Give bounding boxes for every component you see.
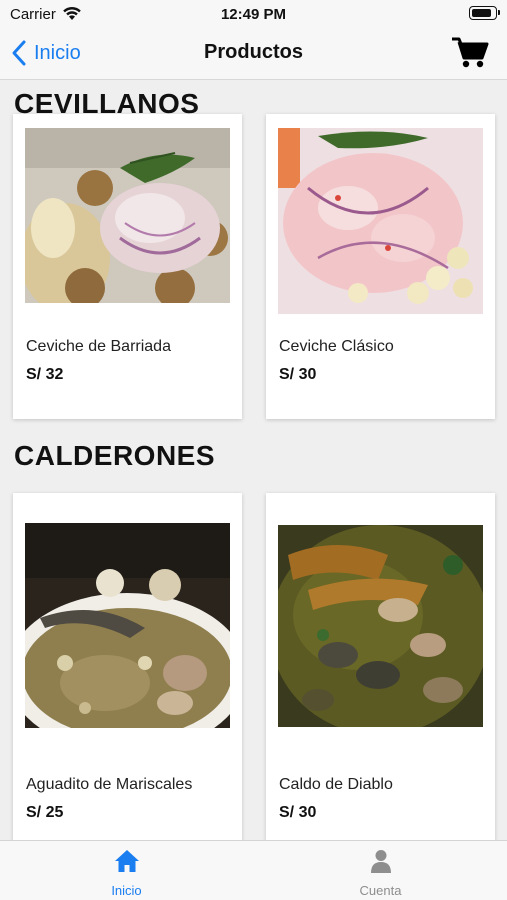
product-price: S/ 30: [279, 804, 317, 821]
tab-label: Inicio: [111, 883, 142, 898]
product-price: S/ 32: [26, 366, 64, 383]
page-title: Productos: [204, 41, 303, 63]
product-card-ceviche-clasico[interactable]: Ceviche Clásico S/ 30: [266, 114, 495, 419]
status-bar: Carrier 12:49 PM: [0, 0, 507, 28]
product-name: Ceviche de Barriada: [26, 338, 171, 355]
product-image-ceviche-barriada: [25, 128, 230, 303]
user-icon: [370, 850, 391, 873]
tab-inicio[interactable]: Inicio: [0, 841, 253, 900]
battery-level: [472, 9, 491, 17]
product-card-aguadito[interactable]: Aguadito de Mariscales S/ 25: [13, 493, 242, 840]
product-image-ceviche-clasico: [278, 128, 483, 314]
status-time: 12:49 PM: [220, 6, 287, 23]
battery-icon: [469, 6, 500, 20]
product-card-ceviche-barriada[interactable]: Ceviche de Barriada S/ 32: [13, 114, 242, 419]
product-name: Ceviche Clásico: [279, 338, 394, 355]
product-image-aguadito: [25, 523, 230, 728]
section-title-calderones: CALDERONES: [14, 440, 216, 471]
tab-cuenta[interactable]: Cuenta: [254, 841, 507, 900]
product-card-caldo-diablo[interactable]: Caldo de Diablo S/ 30: [266, 493, 495, 840]
product-name: Aguadito de Mariscales: [26, 776, 193, 793]
product-price: S/ 30: [279, 366, 317, 383]
home-icon: [114, 850, 139, 872]
product-price: S/ 25: [26, 804, 64, 821]
product-image-caldo-diablo: [278, 525, 483, 727]
tab-bar: Inicio Cuenta: [0, 840, 507, 900]
products-scroll-view[interactable]: CEVILLANOS Ceviche de Barriada S/ 32 Cev…: [0, 80, 507, 840]
cart-icon[interactable]: [451, 34, 489, 70]
navigation-bar: Inicio Productos: [0, 28, 507, 80]
product-name: Caldo de Diablo: [279, 776, 393, 793]
tab-label: Cuenta: [359, 883, 402, 898]
